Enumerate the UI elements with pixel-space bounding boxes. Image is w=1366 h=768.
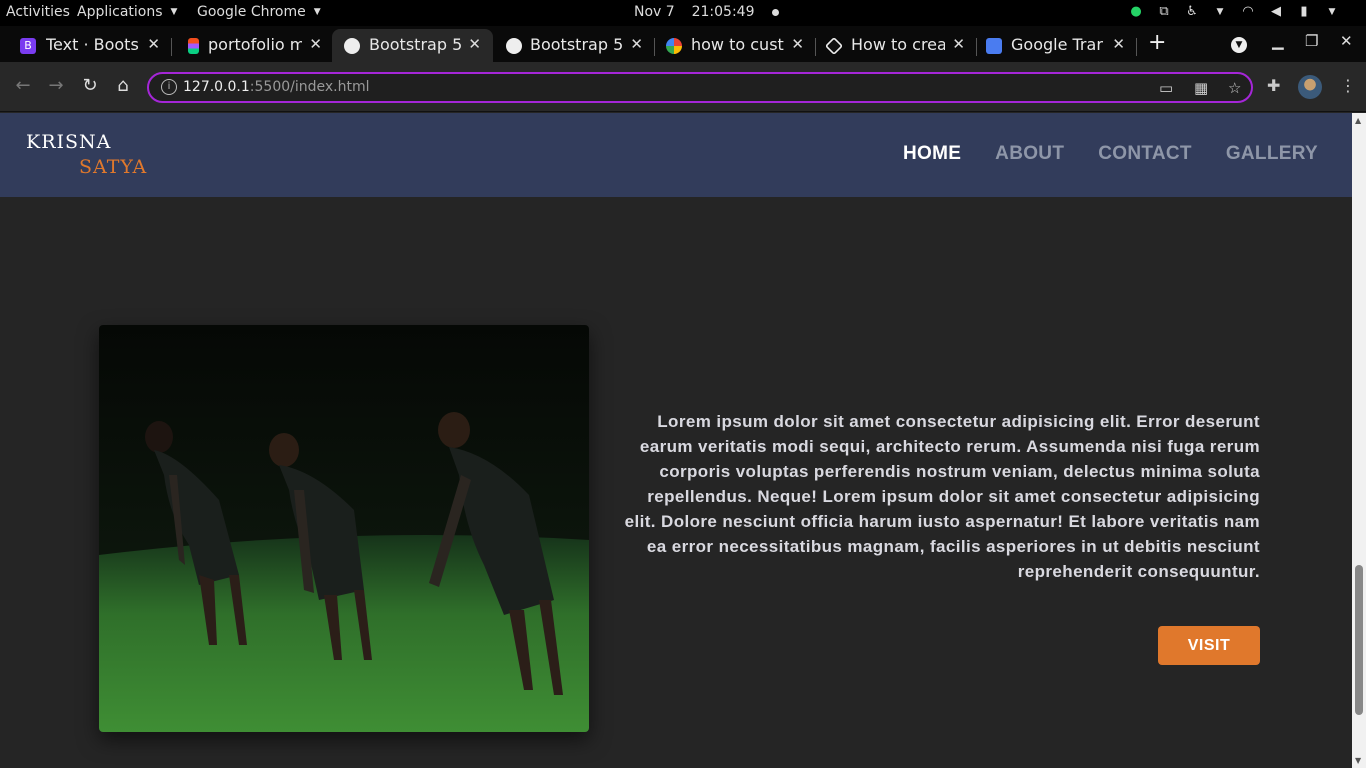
close-icon[interactable]: ✕	[468, 35, 481, 53]
figma-favicon-icon	[188, 38, 199, 54]
browser-tab-active[interactable]: Bootstrap 5 ✕	[332, 29, 493, 62]
close-icon[interactable]: ✕	[952, 35, 965, 53]
applications-menu[interactable]: Applications ▼	[77, 4, 177, 20]
browser-tab[interactable]: portofolio m ✕	[166, 29, 332, 62]
volume-icon[interactable]: ◀	[1268, 4, 1284, 20]
visit-button[interactable]: VISIT	[1158, 626, 1260, 665]
scroll-down-arrow-icon[interactable]: ▼	[1355, 756, 1361, 765]
window-switch-icon[interactable]: ⧉	[1156, 4, 1172, 20]
scrollbar-thumb[interactable]	[1355, 565, 1363, 715]
back-arrow-icon[interactable]: ←	[12, 75, 34, 96]
tab-title: How to crea	[851, 35, 945, 54]
more-menu-icon[interactable]: ⋮	[1340, 76, 1356, 95]
globe-icon	[344, 38, 360, 54]
bookmark-star-icon[interactable]: ☆	[1228, 79, 1241, 97]
nav-link-gallery[interactable]: GALLERY	[1226, 143, 1318, 165]
codepen-favicon-icon	[824, 36, 844, 56]
google-favicon-icon	[666, 38, 682, 54]
dancers-photo	[99, 325, 589, 732]
clock-date: Nov 7	[634, 4, 675, 20]
app-menu[interactable]: Google Chrome ▼	[197, 4, 321, 20]
bootstrap-favicon-icon: B	[20, 38, 36, 54]
close-icon[interactable]: ✕	[630, 35, 643, 53]
url-path: :5500/index.html	[249, 79, 370, 95]
chevron-down-icon: ▼	[313, 7, 321, 17]
tab-title: portofolio m	[208, 35, 302, 54]
activities-label: Activities	[6, 4, 70, 20]
notification-dot-icon	[772, 8, 780, 16]
system-top-bar: Activities Applications ▼ Google Chrome ▼ …	[0, 0, 1366, 26]
browser-tab[interactable]: Google Trar ✕	[973, 29, 1135, 62]
close-icon[interactable]: ✕	[791, 35, 804, 53]
browser-tab[interactable]: Bootstrap 5 ✕	[493, 29, 653, 62]
new-tab-button[interactable]: +	[1148, 30, 1166, 55]
wifi-icon[interactable]: ◠	[1240, 4, 1256, 20]
tab-search-icon[interactable]: ▼	[1231, 37, 1247, 53]
close-icon[interactable]: ✕	[309, 35, 322, 53]
system-tray: ● ⧉ ♿ ▼ ◠ ◀ ▮ ▼	[1128, 4, 1340, 20]
nav-link-about[interactable]: ABOUT	[995, 143, 1064, 165]
browser-tab[interactable]: B Text · Boots ✕	[0, 29, 170, 62]
site-menu: HOME ABOUT CONTACT GALLERY	[903, 143, 1318, 165]
page-scrollbar[interactable]: ▲ ▼	[1352, 113, 1366, 768]
battery-icon[interactable]: ▮	[1296, 4, 1312, 20]
google-translate-favicon-icon	[986, 38, 1002, 54]
window-close-icon[interactable]: ✕	[1340, 32, 1353, 50]
info-icon[interactable]: i	[161, 79, 177, 95]
applications-label: Applications	[77, 4, 163, 20]
clock[interactable]: Nov 7 21:05:49	[634, 4, 780, 20]
profile-avatar[interactable]	[1298, 75, 1322, 99]
whatsapp-icon[interactable]: ●	[1128, 4, 1144, 20]
close-icon[interactable]: ✕	[147, 35, 160, 53]
tab-title: Google Trar	[1011, 35, 1103, 54]
minimize-icon[interactable]: ▁	[1272, 32, 1284, 50]
browser-toolbar: ← → ↻ ⌂ i 127.0.0.1:5500/index.html ▭ ▦ …	[0, 62, 1366, 112]
tab-divider	[1136, 38, 1137, 56]
url-text[interactable]: 127.0.0.1:5500/index.html	[183, 79, 370, 95]
clock-time: 21:05:49	[691, 4, 755, 20]
web-page: KRISNA SATYA HOME ABOUT CONTACT GALLERY	[0, 113, 1352, 768]
chevron-down-icon[interactable]: ▼	[1324, 4, 1340, 20]
tab-title: Bootstrap 5	[369, 35, 463, 54]
logo-line2[interactable]: SATYA	[79, 156, 147, 178]
chevron-down-icon[interactable]: ▼	[1212, 4, 1228, 20]
url-host: 127.0.0.1	[183, 79, 250, 95]
about-paragraph: Lorem ipsum dolor sit amet consectetur a…	[624, 412, 1260, 581]
forward-arrow-icon[interactable]: →	[45, 75, 67, 96]
dancers-photo-image	[99, 325, 589, 732]
accessibility-icon[interactable]: ♿	[1184, 4, 1200, 20]
logo-line1[interactable]: KRISNA	[26, 131, 111, 153]
app-name-label: Google Chrome	[197, 4, 306, 20]
browser-tab[interactable]: how to cust ✕	[653, 29, 814, 62]
nav-link-home[interactable]: HOME	[903, 143, 961, 165]
qr-code-icon[interactable]: ▦	[1194, 79, 1208, 97]
site-navbar: KRISNA SATYA HOME ABOUT CONTACT GALLERY	[0, 113, 1352, 197]
restore-icon[interactable]: ❐	[1305, 32, 1318, 50]
chevron-down-icon: ▼	[170, 7, 178, 17]
browser-tab[interactable]: How to crea ✕	[813, 29, 975, 62]
close-icon[interactable]: ✕	[1112, 35, 1125, 53]
tab-title: how to cust	[691, 35, 784, 54]
cast-icon[interactable]: ▭	[1159, 79, 1173, 97]
activities-button[interactable]: Activities	[6, 4, 70, 20]
address-bar[interactable]: i 127.0.0.1:5500/index.html ▭ ▦ ☆	[147, 72, 1253, 103]
extensions-puzzle-icon[interactable]: ✚	[1267, 76, 1280, 95]
scroll-up-arrow-icon[interactable]: ▲	[1355, 116, 1361, 125]
globe-icon	[506, 38, 522, 54]
reload-icon[interactable]: ↻	[79, 75, 101, 96]
nav-link-contact[interactable]: CONTACT	[1098, 143, 1192, 165]
tab-title: Text · Boots	[46, 35, 139, 54]
home-icon[interactable]: ⌂	[112, 75, 134, 96]
tab-title: Bootstrap 5	[530, 35, 624, 54]
